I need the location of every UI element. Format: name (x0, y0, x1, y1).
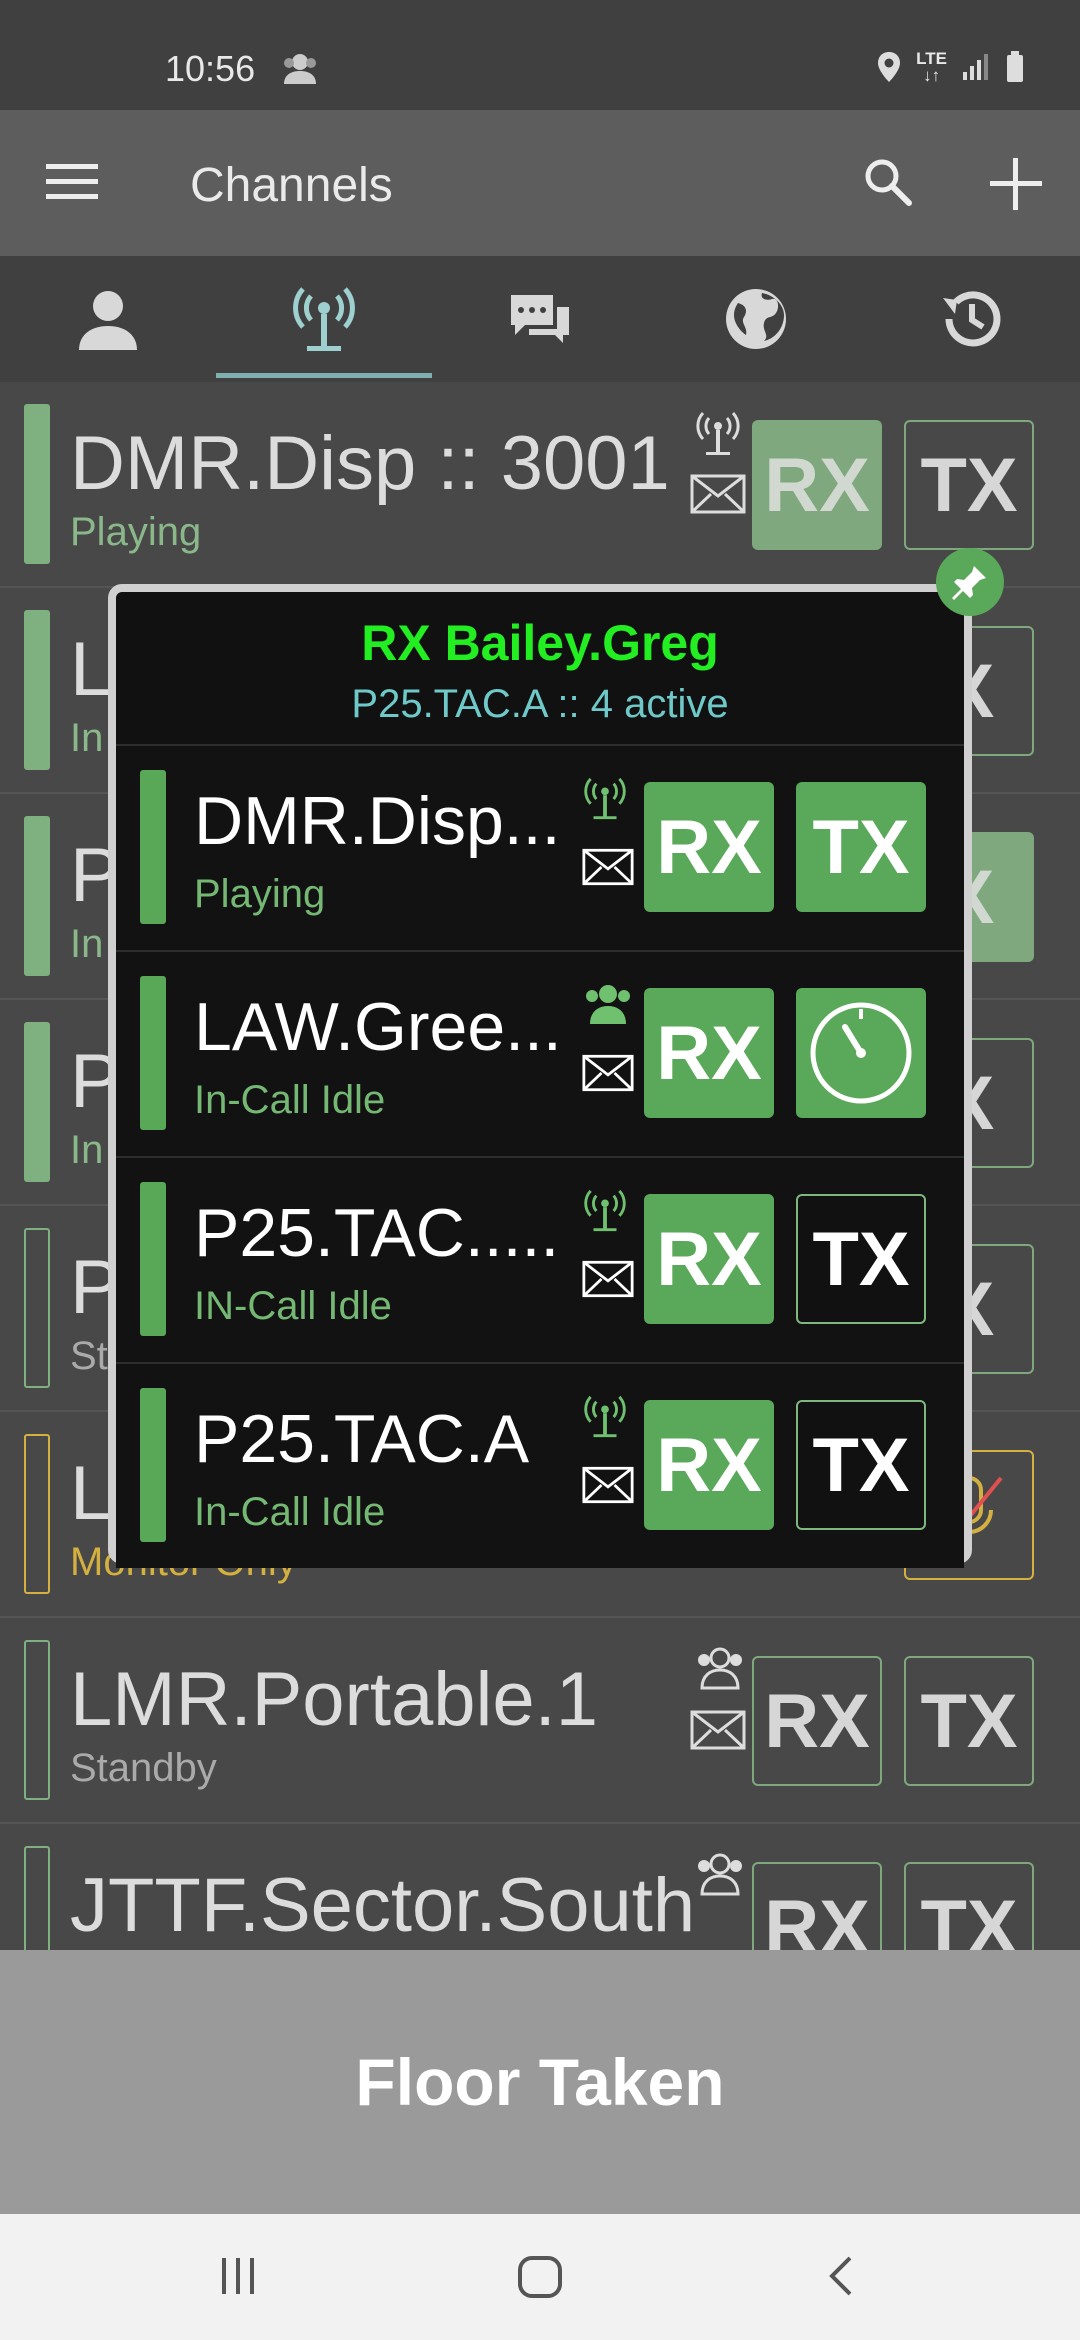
globe-icon (726, 289, 786, 349)
channel-state-stripe (140, 976, 166, 1130)
group-icon (694, 1646, 746, 1695)
channel-row[interactable]: LMR.Portable.1 Standby RX TX (0, 1618, 1080, 1824)
home-icon[interactable] (514, 2248, 566, 2309)
history-icon (943, 291, 1001, 347)
channel-status: In-Call Idle (194, 1490, 386, 1534)
recent-apps-icon[interactable] (216, 2248, 260, 2309)
message-icon[interactable] (690, 1710, 746, 1755)
tab-selected-indicator (216, 373, 432, 378)
channel-status: Playing (70, 510, 202, 554)
channel-status: In (70, 922, 104, 966)
signal-icon (963, 54, 988, 80)
tx-button[interactable]: TX (796, 1194, 926, 1324)
popup-channel-row[interactable]: P25.TAC.A In-Call Idle RX TX (116, 1362, 964, 1568)
menu-icon[interactable] (46, 162, 98, 207)
popup-pin-button[interactable] (936, 548, 1004, 616)
user-status-icon (280, 52, 320, 91)
channel-name: L (70, 627, 113, 712)
channel-state-stripe (24, 1434, 50, 1594)
tab-global[interactable] (648, 256, 864, 382)
lte-indicator: LTE ↓↑ (916, 49, 947, 85)
battery-icon (1007, 51, 1023, 82)
message-icon[interactable] (582, 1466, 634, 1509)
radio-tower-icon (582, 1394, 628, 1445)
channel-state-stripe (140, 1182, 166, 1336)
floor-status-bar[interactable]: Floor Taken (0, 1950, 1080, 2214)
rx-button[interactable]: RX (644, 1194, 774, 1324)
channel-name: L (70, 1451, 113, 1536)
tab-messages[interactable] (432, 256, 648, 382)
channel-state-stripe (24, 1228, 50, 1388)
channel-status: IN-Call Idle (194, 1284, 392, 1328)
person-icon (79, 291, 137, 350)
channel-status: In (70, 716, 104, 760)
channel-name: LAW.Gree... (194, 989, 562, 1065)
page-title: Channels (190, 159, 393, 212)
channel-status: In-Call Idle (194, 1078, 386, 1122)
rx-button[interactable]: RX (644, 782, 774, 912)
channel-state-stripe (140, 1388, 166, 1542)
channel-status: St (70, 1334, 108, 1378)
floor-status-label: Floor Taken (355, 2045, 725, 2119)
channel-name: P25.TAC..... (194, 1195, 560, 1271)
add-icon[interactable] (988, 156, 1044, 217)
channel-state-stripe (140, 770, 166, 924)
group-icon (582, 982, 634, 1031)
pin-icon (952, 566, 986, 600)
channel-name: P25.TAC.A (194, 1401, 530, 1477)
timer-icon (810, 1002, 912, 1104)
rx-button[interactable]: RX (644, 988, 774, 1118)
channel-state-stripe (24, 1640, 50, 1800)
channel-status: In (70, 1128, 104, 1172)
channel-status: Playing (194, 872, 326, 916)
rx-button[interactable]: RX (752, 1656, 882, 1786)
group-icon (694, 1852, 746, 1901)
channel-name: JTTF.Sector.South (70, 1863, 696, 1948)
system-nav-bar (0, 2214, 1080, 2340)
clock: 10:56 (165, 48, 256, 89)
radio-tower-icon (582, 776, 628, 827)
tab-channels[interactable] (216, 256, 432, 382)
popup-channel-row[interactable]: P25.TAC..... IN-Call Idle RX TX (116, 1156, 964, 1362)
message-icon[interactable] (582, 848, 634, 891)
rx-button[interactable]: RX (752, 420, 882, 550)
channel-name: LMR.Portable.1 (70, 1657, 599, 1742)
popup-title: RX Bailey.Greg (361, 615, 719, 671)
channel-row[interactable]: DMR.Disp :: 3001 Playing RX TX (0, 382, 1080, 588)
location-icon (878, 52, 901, 82)
status-bar: 10:56 LTE ↓↑ (0, 0, 1080, 110)
popup-subtitle: P25.TAC.A :: 4 active (351, 682, 729, 726)
back-icon[interactable] (820, 2248, 864, 2309)
message-icon[interactable] (690, 474, 746, 519)
radio-tower-icon (293, 287, 355, 351)
channel-name: DMR.Disp :: 3001 (70, 421, 670, 506)
channel-state-stripe (24, 610, 50, 770)
channel-name: DMR.Disp... (194, 783, 561, 859)
tx-button[interactable]: TX (904, 1656, 1034, 1786)
message-icon[interactable] (582, 1054, 634, 1097)
radio-tower-icon (582, 1188, 628, 1239)
popup-channel-row[interactable]: DMR.Disp... Playing RX TX (116, 744, 964, 950)
status-icons: LTE ↓↑ (876, 50, 1025, 84)
popup-channel-row[interactable]: LAW.Gree... In-Call Idle RX (116, 950, 964, 1156)
tx-button[interactable]: TX (796, 1400, 926, 1530)
tab-contacts[interactable] (0, 256, 216, 382)
radio-tower-icon (694, 410, 742, 463)
active-channels-popup: RX Bailey.Greg P25.TAC.A :: 4 active DMR… (108, 584, 972, 1568)
tx-button[interactable]: TX (796, 782, 926, 912)
channel-status: Standby (70, 1746, 217, 1790)
app-bar: Channels (0, 110, 1080, 256)
tab-history[interactable] (864, 256, 1080, 382)
channel-state-stripe (24, 404, 50, 564)
channel-state-stripe (24, 816, 50, 976)
tx-button[interactable]: TX (904, 420, 1034, 550)
tx-timer-button[interactable] (796, 988, 926, 1118)
channel-state-stripe (24, 1022, 50, 1182)
search-icon[interactable] (862, 156, 914, 213)
chat-icon (511, 295, 569, 343)
tab-bar (0, 256, 1080, 382)
message-icon[interactable] (582, 1260, 634, 1303)
rx-button[interactable]: RX (644, 1400, 774, 1530)
